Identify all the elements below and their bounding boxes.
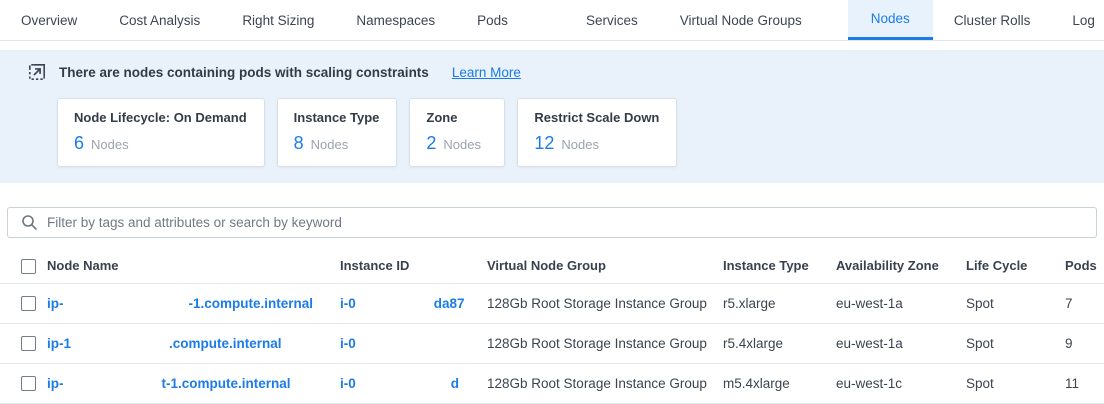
col-availability-zone: Availability Zone (836, 258, 966, 273)
row-checkbox[interactable] (21, 296, 36, 311)
availability-zone-cell: eu-west-1c (836, 376, 966, 391)
life-cycle-cell: Spot (966, 376, 1061, 391)
virtual-node-group-cell: 128Gb Root Storage Instance Group (487, 376, 723, 391)
pods-cell: 9 (1061, 336, 1104, 351)
pods-cell: 7 (1061, 296, 1104, 311)
learn-more-link[interactable]: Learn More (452, 65, 521, 80)
col-virtual-node-group: Virtual Node Group (487, 258, 723, 273)
card-unit: Nodes (311, 137, 349, 152)
node-name-link[interactable]: .compute.internal (169, 336, 282, 351)
instance-type-cell: m5.4xlarge (723, 376, 836, 391)
instance-id-link[interactable]: d (451, 376, 459, 391)
availability-zone-cell: eu-west-1a (836, 296, 966, 311)
tab-overview[interactable]: Overview (0, 0, 98, 40)
row-checkbox[interactable] (21, 336, 36, 351)
redacted-text (356, 307, 434, 308)
card-node-lifecycle[interactable]: Node Lifecycle: On Demand 6 Nodes (57, 98, 265, 167)
tab-pods[interactable]: Pods (456, 0, 529, 40)
node-name-link[interactable]: ip-1 (47, 336, 71, 351)
filter-bar (7, 207, 1097, 238)
tab-virtual-node-groups[interactable]: Virtual Node Groups (659, 0, 823, 40)
node-name-link[interactable]: -1.compute.internal (189, 296, 314, 311)
redacted-text (64, 307, 189, 308)
card-unit: Nodes (561, 137, 599, 152)
card-title: Restrict Scale Down (534, 110, 659, 125)
card-zone[interactable]: Zone 2 Nodes (409, 98, 505, 167)
instance-id-link[interactable]: i-0 (340, 296, 356, 311)
instance-type-cell: r5.4xlarge (723, 336, 836, 351)
search-input[interactable] (47, 208, 1096, 237)
life-cycle-cell: Spot (966, 296, 1061, 311)
col-node-name: Node Name (47, 258, 340, 273)
cluster-nodes-page: Overview Cost Analysis Right Sizing Name… (0, 0, 1104, 404)
node-name-link[interactable]: ip- (47, 376, 64, 391)
col-pods: Pods (1061, 258, 1104, 273)
availability-zone-cell: eu-west-1a (836, 336, 966, 351)
card-count: 2 (426, 133, 436, 153)
col-instance-type: Instance Type (723, 258, 836, 273)
instance-type-cell: r5.xlarge (723, 296, 836, 311)
tab-bar: Overview Cost Analysis Right Sizing Name… (0, 0, 1104, 41)
card-title: Instance Type (294, 110, 380, 125)
life-cycle-cell: Spot (966, 336, 1061, 351)
node-name-link[interactable]: ip- (47, 296, 64, 311)
redacted-text (356, 347, 456, 348)
redacted-text (71, 347, 169, 348)
row-checkbox[interactable] (21, 376, 36, 391)
tab-services[interactable]: Services (565, 0, 659, 40)
table-row[interactable]: ip-1 .compute.internal i-0 128Gb Root Sto… (0, 324, 1104, 364)
node-name-link[interactable]: t-1.compute.internal (162, 376, 291, 391)
instance-id-link[interactable]: da87 (434, 296, 465, 311)
search-icon (21, 214, 38, 231)
card-unit: Nodes (91, 137, 129, 152)
card-title: Zone (426, 110, 487, 125)
card-title: Node Lifecycle: On Demand (74, 110, 247, 125)
card-instance-type[interactable]: Instance Type 8 Nodes (277, 98, 398, 167)
instance-id-link[interactable]: i-0 (340, 336, 356, 351)
select-all-checkbox[interactable] (21, 259, 36, 274)
constraint-cards: Node Lifecycle: On Demand 6 Nodes Instanc… (57, 98, 1104, 167)
table-header: Node Name Instance ID Virtual Node Group… (0, 248, 1104, 284)
tab-namespaces[interactable]: Namespaces (335, 0, 456, 40)
table-row[interactable]: ip-t-1.compute.internal i-0 d 128Gb Root … (0, 364, 1104, 404)
col-life-cycle: Life Cycle (966, 258, 1061, 273)
table-row[interactable]: ip- -1.compute.internal i-0 da87 128Gb Roo… (0, 284, 1104, 324)
tab-cost-analysis[interactable]: Cost Analysis (98, 0, 221, 40)
tab-nodes[interactable]: Nodes (848, 0, 933, 40)
redacted-text (64, 387, 162, 388)
card-count: 8 (294, 133, 304, 153)
virtual-node-group-cell: 128Gb Root Storage Instance Group (487, 336, 723, 351)
instance-id-link[interactable]: i-0 (340, 376, 356, 391)
pods-cell: 11 (1061, 376, 1104, 391)
scaling-constraints-banner: There are nodes containing pods with sca… (0, 50, 1104, 183)
tab-cluster-rolls[interactable]: Cluster Rolls (933, 0, 1052, 40)
card-count: 12 (534, 133, 554, 153)
col-instance-id: Instance ID (340, 258, 487, 273)
card-count: 6 (74, 133, 84, 153)
banner-message: There are nodes containing pods with sca… (59, 65, 429, 80)
card-restrict-scale-down[interactable]: Restrict Scale Down 12 Nodes (517, 98, 677, 167)
scale-up-icon (28, 63, 46, 81)
tab-right-sizing[interactable]: Right Sizing (221, 0, 335, 40)
virtual-node-group-cell: 128Gb Root Storage Instance Group (487, 296, 723, 311)
nodes-table: Node Name Instance ID Virtual Node Group… (0, 248, 1104, 404)
card-unit: Nodes (443, 137, 481, 152)
tab-log[interactable]: Log (1051, 0, 1104, 40)
redacted-text (356, 387, 451, 388)
